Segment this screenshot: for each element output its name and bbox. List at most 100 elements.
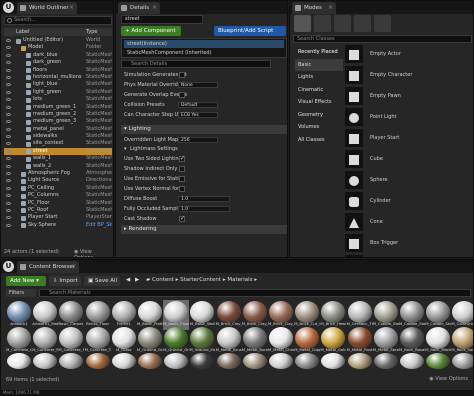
eye-icon[interactable]	[6, 98, 11, 102]
view-options-button[interactable]: ◉ View Options	[74, 249, 112, 257]
category-geometry[interactable]: Geometry	[295, 109, 343, 121]
place-mode-icon[interactable]	[294, 15, 311, 32]
prop-checkbox[interactable]	[179, 186, 185, 192]
breadcrumb-item[interactable]: StarterContent	[180, 277, 221, 283]
outliner-row[interactable]: walls_2 StaticMeshActor	[4, 163, 112, 170]
column-type[interactable]: Type	[86, 28, 97, 36]
outliner-row[interactable]: Player Start PlayerStart	[4, 214, 112, 221]
tab-content-browser[interactable]: Content Browser ×	[17, 261, 79, 273]
eye-icon[interactable]	[6, 53, 11, 57]
outliner-row[interactable]: street StaticMeshActor	[4, 147, 112, 156]
outliner-row[interactable]: Light Source DirectionalLight	[4, 177, 112, 184]
outliner-row[interactable]: walls_1 StaticMeshActor	[4, 155, 112, 162]
tab-modes[interactable]: Modes ×	[292, 2, 336, 14]
asset-tile[interactable]	[268, 352, 294, 370]
lightmass-settings[interactable]: ▾ Lightmass Settings	[121, 145, 287, 153]
asset-tile[interactable]	[399, 352, 425, 370]
eye-icon[interactable]	[6, 223, 11, 227]
category-visual-effects[interactable]: Visual Effects	[295, 96, 343, 108]
prop-dropdown[interactable]: Default	[178, 102, 218, 108]
tab-details[interactable]: Details ×	[118, 2, 160, 14]
eye-icon[interactable]	[6, 179, 11, 183]
eye-icon[interactable]	[6, 112, 11, 116]
outliner-row[interactable]: Untitled (Editor) World	[4, 37, 112, 44]
outliner-row[interactable]: dark_green StaticMeshActor	[4, 59, 112, 66]
eye-icon[interactable]	[6, 194, 11, 198]
nav-forward-icon[interactable]: ▶	[135, 274, 139, 286]
place-item[interactable]: Point Light	[345, 107, 472, 128]
save-all-button[interactable]: ▣ Save All	[84, 276, 120, 286]
asset-tile[interactable]	[58, 352, 84, 370]
asset-tile[interactable]	[425, 352, 451, 370]
section-lighting[interactable]: ▾ Lighting	[121, 125, 287, 134]
eye-icon[interactable]	[6, 135, 11, 139]
outliner-row[interactable]: PC_Ceiling StaticMeshActor	[4, 185, 112, 192]
eye-icon[interactable]	[6, 83, 11, 87]
eye-icon[interactable]	[6, 68, 11, 72]
prop-checkbox[interactable]	[179, 166, 185, 172]
eye-icon[interactable]	[6, 127, 11, 131]
place-item[interactable]: Box Trigger	[345, 233, 472, 254]
import-button[interactable]: ⇩ Import	[49, 276, 81, 286]
tab-world-outliner[interactable]: World Outliner ×	[17, 2, 77, 14]
prop-checkbox[interactable]	[179, 92, 185, 98]
outliner-row[interactable]: dark_blue StaticMeshActor	[4, 52, 112, 59]
breadcrumb-item[interactable]: Content	[152, 277, 174, 283]
prop-number-input[interactable]: 1.0	[178, 206, 230, 212]
place-item[interactable]: Sphere Trigger	[345, 254, 472, 257]
asset-tile[interactable]	[85, 352, 111, 370]
prop-dropdown[interactable]: ECB Yes	[178, 112, 218, 118]
foliage-mode-icon[interactable]	[354, 15, 371, 32]
asset-tile[interactable]	[189, 352, 215, 370]
asset-tile[interactable]	[111, 352, 137, 370]
prop-checkbox[interactable]	[179, 155, 185, 163]
prop-dropdown[interactable]: None	[178, 82, 218, 88]
outliner-search-input[interactable]: Search...	[4, 16, 112, 25]
prop-checkbox[interactable]	[179, 176, 185, 182]
outliner-row[interactable]: medium_green_3 StaticMeshActor	[4, 118, 112, 125]
paint-mode-icon[interactable]	[314, 15, 331, 32]
asset-tile[interactable]	[216, 352, 242, 370]
breadcrumb-item[interactable]: Materials	[227, 277, 252, 283]
component-row[interactable]: street(Instance)	[124, 40, 284, 48]
eye-icon[interactable]	[6, 149, 11, 153]
category-recently-placed[interactable]: Recently Placed	[295, 46, 343, 58]
place-item[interactable]: Sphere	[345, 170, 472, 191]
eye-icon[interactable]	[6, 172, 11, 176]
add-component-button[interactable]: + Add Component	[121, 26, 181, 36]
row-type[interactable]: Edit BP_Sky	[86, 222, 112, 229]
close-icon[interactable]: ×	[152, 2, 157, 14]
category-all-classes[interactable]: All Classes	[295, 134, 343, 146]
category-lights[interactable]: Lights	[295, 71, 343, 83]
close-icon[interactable]: ×	[71, 261, 76, 273]
eye-icon[interactable]	[6, 142, 11, 146]
eye-icon[interactable]	[6, 201, 11, 205]
prop-value[interactable]: 256	[178, 137, 218, 143]
outliner-row[interactable]: medium_green_1 StaticMeshActor	[4, 104, 112, 111]
place-item[interactable]: Cylinder	[345, 191, 472, 212]
section-rendering[interactable]: ▸ Rendering	[121, 225, 287, 234]
asset-tile[interactable]	[137, 352, 163, 370]
component-row[interactable]: StaticMeshComponent (Inherited)	[124, 49, 284, 57]
prop-checkbox[interactable]	[179, 72, 185, 78]
eye-icon[interactable]	[6, 90, 11, 94]
eye-icon[interactable]	[6, 208, 11, 212]
outliner-row[interactable]: floors StaticMeshActor	[4, 67, 112, 74]
asset-tile[interactable]	[373, 352, 399, 370]
outliner-row[interactable]: site_context StaticMeshActor	[4, 140, 112, 147]
eye-icon[interactable]	[6, 46, 11, 50]
asset-tile[interactable]	[242, 352, 268, 370]
outliner-row[interactable]: lots StaticMeshActor	[4, 96, 112, 103]
eye-icon[interactable]	[6, 186, 11, 190]
category-basic[interactable]: Basic	[295, 58, 343, 71]
column-label[interactable]: Label	[16, 28, 30, 36]
close-icon[interactable]: ×	[328, 2, 333, 14]
asset-tile[interactable]	[6, 352, 32, 370]
eye-icon[interactable]	[6, 75, 11, 79]
eye-icon[interactable]	[6, 216, 11, 220]
details-search-input[interactable]: Search Details	[121, 60, 271, 68]
prop-number-input[interactable]: 1.0	[178, 196, 230, 202]
asset-tile[interactable]	[163, 352, 189, 370]
outliner-row[interactable]: horizontal_mullions StaticMeshActor	[4, 74, 112, 81]
outliner-row[interactable]: PC_Floor StaticMeshActor	[4, 200, 112, 207]
